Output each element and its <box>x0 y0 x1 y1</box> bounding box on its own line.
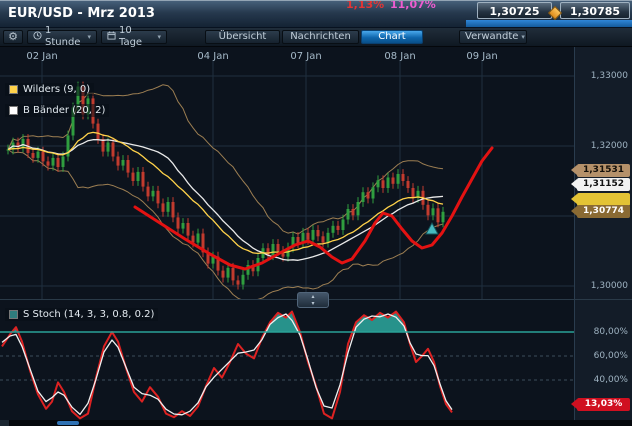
axis-label: 80,00% <box>594 327 628 337</box>
tab-chart[interactable]: Chart <box>361 30 423 44</box>
date-label: 04 Jan <box>197 51 228 62</box>
change-percent-red: 1,13% <box>346 0 384 11</box>
axis-label: 1,33000 <box>591 71 628 81</box>
calendar-icon <box>107 31 116 44</box>
scroll-left-button[interactable] <box>0 420 9 426</box>
buy-price-button[interactable]: 1,30785 <box>560 2 630 19</box>
price-panel-strip <box>466 20 632 28</box>
horizontal-scrollbar[interactable] <box>0 420 632 426</box>
main-chart-panel: 02 Jan 04 Jan 07 Jan 08 Jan 09 Jan Wilders (… <box>0 47 632 299</box>
tab-label: Übersicht <box>219 31 267 43</box>
axis-label: 1,30000 <box>591 281 628 291</box>
axis-label: 60,00% <box>594 351 628 361</box>
range-dropdown[interactable]: 10 Tage ▾ <box>101 30 167 44</box>
price-badge: 13,03% <box>577 398 630 411</box>
axis-label: 40,00% <box>594 375 628 385</box>
stochastic-legend[interactable]: S Stoch (14, 3, 3, 0.8, 0.2) <box>5 308 158 321</box>
date-label: 08 Jan <box>384 51 415 62</box>
axis-label: 1,32000 <box>591 141 628 151</box>
chart-toolbar: ⚙ 1 Stunde ▾ 10 Tage ▾ Übersicht Nachric… <box>0 28 632 47</box>
date-label: 02 Jan <box>26 51 57 62</box>
wilders-swatch-icon <box>9 85 18 94</box>
tab-uebersicht[interactable]: Übersicht <box>205 30 280 44</box>
collapse-down-icon: ▾ <box>298 300 328 307</box>
interval-dropdown[interactable]: 1 Stunde ▾ <box>27 30 97 44</box>
bollinger-swatch-icon <box>9 106 18 115</box>
price-badge: 1,31152 <box>577 178 630 191</box>
panel-collapse-handle[interactable]: ▴ ▾ <box>297 292 329 308</box>
sell-price-value: 1,30725 <box>489 5 539 18</box>
percent-axis: 80,00% 60,00% 40,00% 13,03% <box>574 300 632 420</box>
range-label: 10 Tage <box>119 25 154 49</box>
settings-button[interactable]: ⚙ <box>3 30 23 44</box>
interval-label: 1 Stunde <box>45 25 84 49</box>
tab-nachrichten[interactable]: Nachrichten <box>282 30 359 44</box>
stochastic-swatch-icon <box>9 310 18 319</box>
buy-price-value: 1,30785 <box>570 5 620 18</box>
price-badge: 1,30774 <box>577 205 630 218</box>
clock-icon <box>33 31 42 44</box>
date-label: 07 Jan <box>290 51 321 62</box>
legend-wilders[interactable]: Wilders (9, 0) <box>5 83 94 96</box>
collapse-up-icon: ▴ <box>298 293 328 300</box>
legend-bbaender[interactable]: B Bänder (20, 2) <box>5 104 109 117</box>
chevron-down-icon: ▾ <box>521 31 525 43</box>
instrument-title: EUR/USD - Mrz 2013 <box>8 6 155 21</box>
legend-label: B Bänder (20, 2) <box>23 105 105 116</box>
sell-price-button[interactable]: 1,30725 <box>477 2 552 19</box>
price-badge: 1,31531 <box>577 164 630 177</box>
stochastic-label: S Stoch (14, 3, 3, 0.8, 0.2) <box>23 309 154 320</box>
change-percent-pink: 11,07% <box>390 0 436 11</box>
indicator-legend: Wilders (9, 0) B Bänder (20, 2) <box>5 83 109 125</box>
chevron-down-icon: ▾ <box>87 31 91 43</box>
tab-label: Nachrichten <box>290 31 351 43</box>
gear-icon: ⚙ <box>8 31 18 43</box>
date-label: 09 Jan <box>466 51 497 62</box>
tab-label: Chart <box>378 31 405 43</box>
related-dropdown[interactable]: Verwandte ▾ <box>459 30 527 44</box>
legend-label: Wilders (9, 0) <box>23 84 90 95</box>
scrollbar-thumb[interactable] <box>57 421 79 425</box>
trading-platform-window: EUR/USD - Mrz 2013 1,13% 11,07% 1,30725 … <box>0 0 632 426</box>
header: EUR/USD - Mrz 2013 1,13% 11,07% 1,30725 … <box>0 0 632 28</box>
chevron-down-icon: ▾ <box>157 31 161 43</box>
related-label: Verwandte <box>465 31 518 43</box>
stochastic-panel: S Stoch (14, 3, 3, 0.8, 0.2) 80,00% 60,00… <box>0 299 632 420</box>
price-axis: 1,33000 1,32000 1,30000 1,315311,31152 1,307… <box>574 47 632 299</box>
